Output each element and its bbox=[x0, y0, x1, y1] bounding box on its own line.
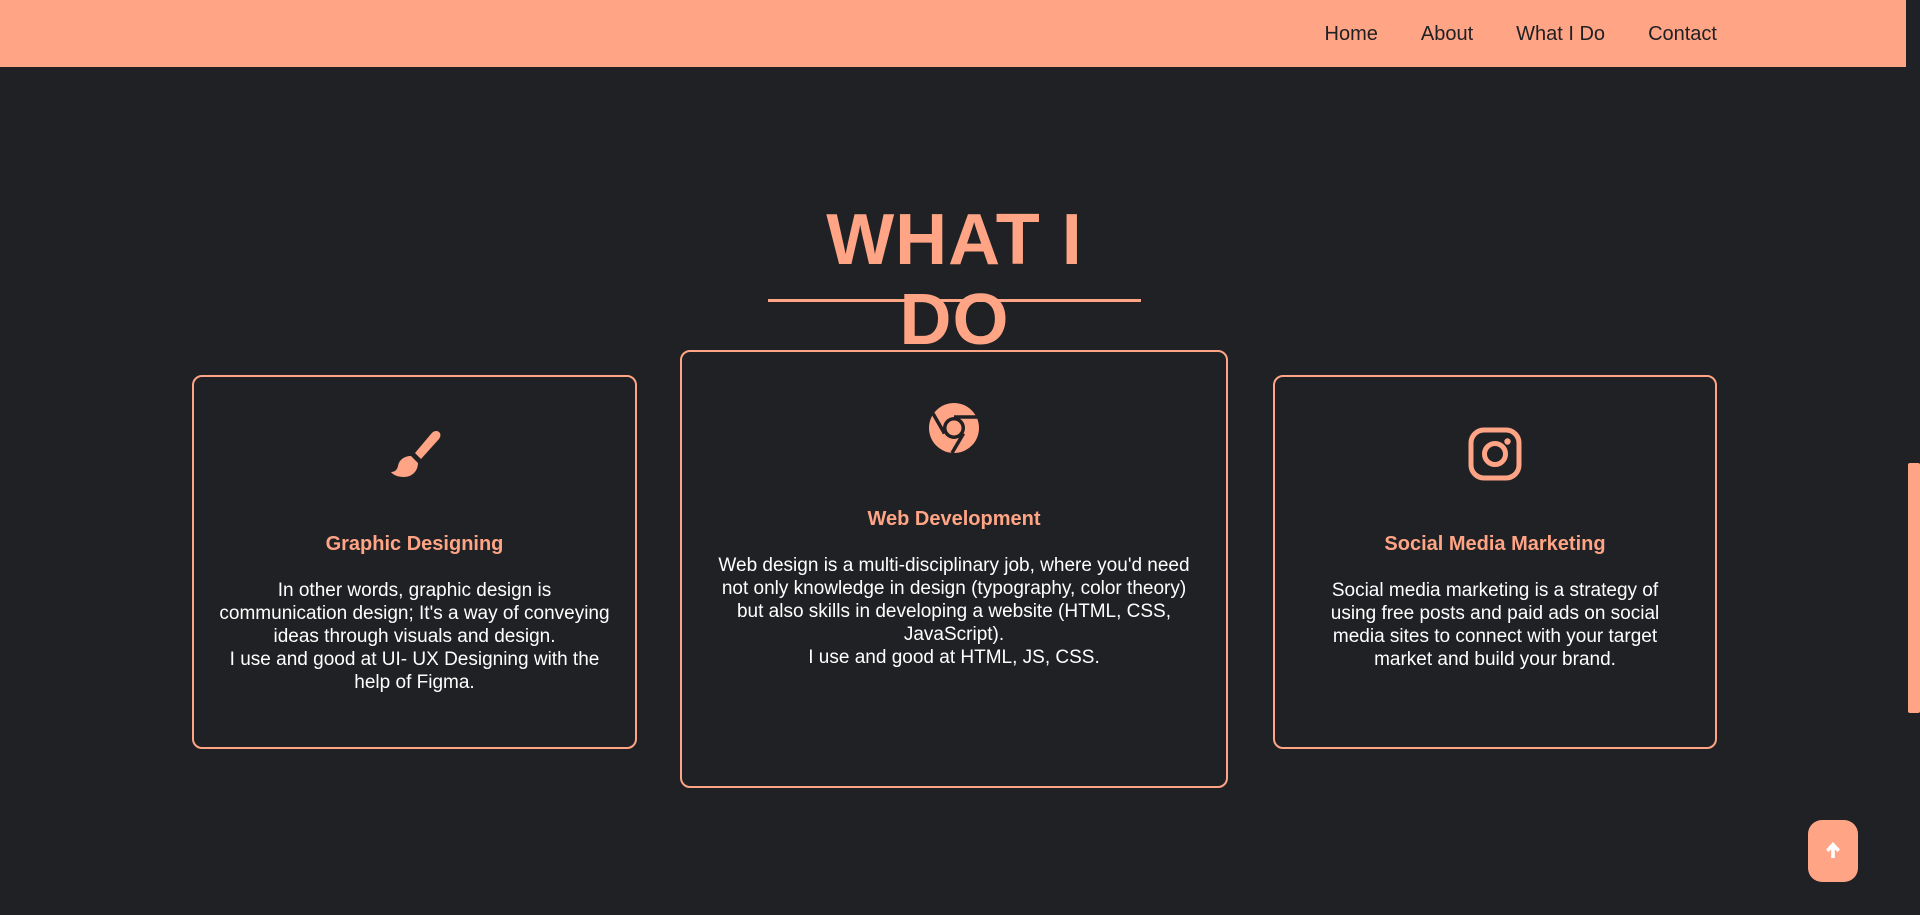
chrome-icon bbox=[927, 401, 981, 455]
arrow-up-icon bbox=[1824, 840, 1842, 863]
nav-links: Home About What I Do Contact bbox=[1325, 22, 1717, 46]
card-description-extra: I use and good at HTML, JS, CSS. bbox=[808, 647, 1100, 668]
navbar: Home About What I Do Contact bbox=[0, 0, 1906, 67]
card-title: Social Media Marketing bbox=[1384, 533, 1606, 555]
card-description: Social media marketing is a strategy of … bbox=[1315, 579, 1675, 671]
page: Home About What I Do Contact WHAT I DO G… bbox=[0, 0, 1920, 915]
scrollbar-thumb[interactable] bbox=[1908, 463, 1920, 713]
card-title: Graphic Designing bbox=[325, 533, 504, 555]
card-description: Web design is a multi-disciplinary job, … bbox=[714, 554, 1194, 669]
card-description-extra: I use and good at UI- UX Designing with … bbox=[229, 649, 600, 693]
card-title: Web Development bbox=[867, 508, 1041, 530]
instagram-icon bbox=[1468, 427, 1522, 481]
paintbrush-icon bbox=[388, 427, 442, 481]
back-to-top-button[interactable] bbox=[1808, 820, 1858, 882]
service-card-graphic-designing: Graphic Designing In other words, graphi… bbox=[192, 375, 637, 749]
nav-about-link[interactable]: About bbox=[1421, 22, 1473, 46]
scrollbar-track[interactable] bbox=[1906, 0, 1920, 915]
service-card-web-development: Web Development Web design is a multi-di… bbox=[680, 350, 1228, 788]
card-description-text: Web design is a multi-disciplinary job, … bbox=[718, 555, 1190, 645]
card-description-text: Social media marketing is a strategy of … bbox=[1330, 580, 1660, 670]
card-description-text: In other words, graphic design is commun… bbox=[219, 580, 610, 647]
section-title: WHAT I DO bbox=[826, 200, 1083, 360]
service-card-social-media-marketing: Social Media Marketing Social media mark… bbox=[1273, 375, 1717, 749]
nav-what-i-do-link[interactable]: What I Do bbox=[1516, 22, 1605, 46]
title-underline bbox=[768, 299, 1141, 302]
nav-home-link[interactable]: Home bbox=[1325, 22, 1378, 46]
card-description: In other words, graphic design is commun… bbox=[216, 579, 613, 694]
nav-contact-link[interactable]: Contact bbox=[1648, 22, 1717, 46]
